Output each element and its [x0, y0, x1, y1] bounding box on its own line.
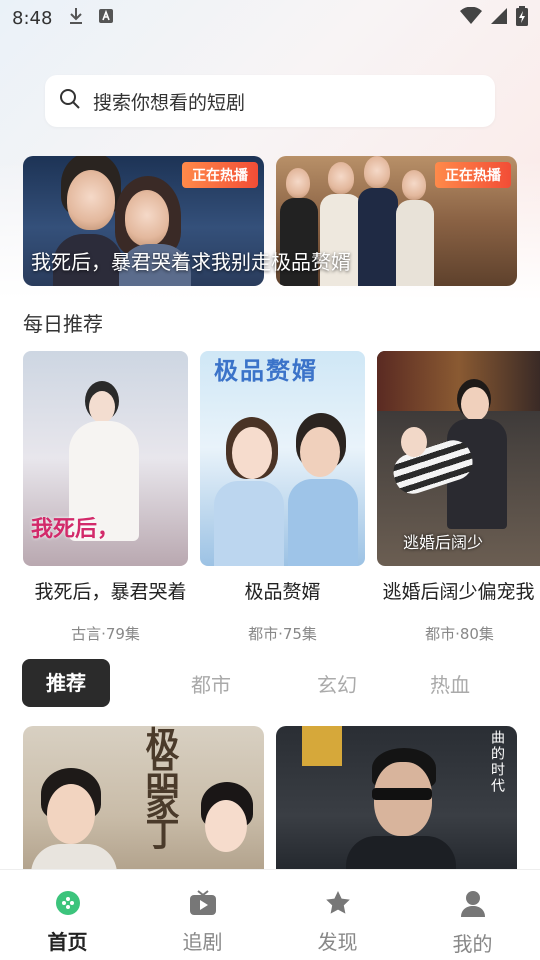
nav-home[interactable]: 首页 [0, 870, 135, 960]
search-bar[interactable]: 搜索你想看的短剧 [45, 75, 495, 127]
category-tabs: 推荐 都市 玄幻 热血 [22, 659, 500, 707]
rec-card-meta: 都市·80集 [425, 625, 494, 643]
banner-caption: 我死后，暴君哭着求我别走极品赘婿 [31, 250, 351, 274]
search-placeholder: 搜索你想看的短剧 [93, 91, 246, 114]
tab-recommend[interactable]: 推荐 [22, 659, 110, 707]
rec-card-meta: 都市·75集 [248, 625, 317, 643]
tab-fantasy[interactable]: 玄幻 [274, 669, 400, 698]
rec-card[interactable]: 我死后， 我死后，暴君哭着 古言·79集 [23, 351, 188, 643]
nav-home-label: 首页 [47, 930, 88, 954]
tab-city[interactable]: 都市 [148, 669, 274, 698]
rec-card[interactable]: 极品赘婿 极品赘婿 都市·75集 [200, 351, 365, 643]
tv-play-icon [189, 890, 217, 920]
nav-follow[interactable]: 追剧 [135, 870, 270, 960]
rec-card-meta: 古言·79集 [71, 625, 140, 643]
section-title-daily: 每日推荐 [23, 312, 103, 336]
poster-image: 极品赘婿 [200, 351, 365, 566]
user-icon [460, 890, 486, 922]
star-icon [325, 890, 351, 920]
hot-tag: 正在热播 [182, 162, 258, 188]
battery-icon [516, 5, 528, 31]
a-badge-icon [98, 8, 114, 29]
nav-follow-label: 追剧 [182, 930, 223, 954]
rec-card[interactable]: 逃婚后阔少 逃婚后阔少偏宠我 都市·80集 [377, 351, 540, 643]
rec-card-title: 极品赘婿 [244, 581, 321, 603]
nav-discover[interactable]: 发现 [270, 870, 405, 960]
rec-card-title: 我死后，暴君哭着 [34, 581, 187, 603]
status-bar: 8:48 [0, 0, 540, 36]
rec-card-title: 逃婚后阔少偏宠我 [382, 581, 535, 603]
wifi-icon [460, 6, 482, 30]
status-time: 8:48 [12, 7, 53, 29]
search-icon [59, 88, 81, 114]
hot-tag: 正在热播 [435, 162, 511, 188]
nav-mine[interactable]: 我的 [405, 870, 540, 960]
poster-image: 我死后， [23, 351, 188, 566]
nav-mine-label: 我的 [452, 932, 493, 956]
signal-icon [490, 7, 508, 30]
tab-action[interactable]: 热血 [400, 669, 500, 698]
grid-card[interactable]: 极品家丁 [23, 726, 264, 876]
grid-card[interactable]: 曲的时代 [276, 726, 517, 876]
home-game-icon [55, 890, 81, 920]
poster-image: 逃婚后阔少 [377, 351, 540, 566]
nav-discover-label: 发现 [317, 930, 358, 954]
bottom-nav: 首页 追剧 发现 我的 [0, 869, 540, 960]
download-icon [68, 7, 84, 30]
